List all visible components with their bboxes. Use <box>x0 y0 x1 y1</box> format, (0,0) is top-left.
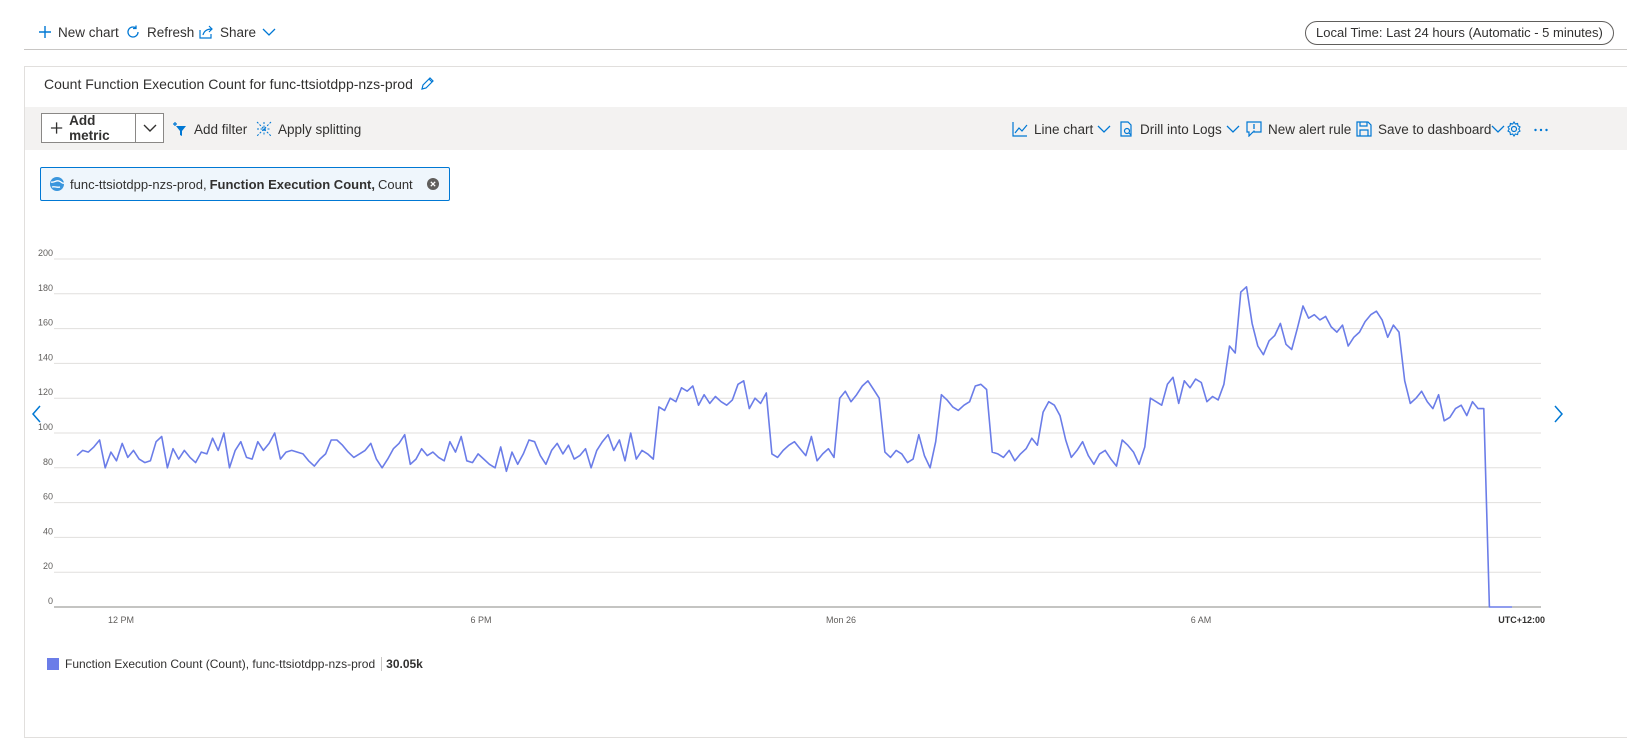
y-tick-label: 200 <box>38 248 53 258</box>
y-tick-label: 160 <box>38 318 53 328</box>
time-range-picker[interactable]: Local Time: Last 24 hours (Automatic - 5… <box>1305 21 1614 45</box>
y-tick-label: 120 <box>38 387 53 397</box>
new-chart-button[interactable]: New chart <box>38 22 119 42</box>
plus-icon <box>39 26 51 38</box>
refresh-icon <box>127 25 139 38</box>
y-tick-label: 60 <box>43 492 53 502</box>
command-bar: New chart Refresh Share Local Time: Last… <box>0 0 1627 50</box>
legend-value: 30.05k <box>386 657 423 671</box>
refresh-button[interactable]: Refresh <box>125 22 194 42</box>
share-label: Share <box>220 24 257 40</box>
legend-separator <box>381 657 383 671</box>
x-tick-label: 12 PM <box>108 615 134 625</box>
x-tick-label: Mon 26 <box>826 615 856 625</box>
chart-card: Count Function Execution Count for func-… <box>24 66 1627 738</box>
y-tick-label: 40 <box>43 526 53 536</box>
chevron-left-icon[interactable] <box>32 405 42 423</box>
chart-legend: Function Execution Count (Count), func-t… <box>47 657 423 671</box>
refresh-label: Refresh <box>147 24 195 40</box>
y-tick-label: 140 <box>38 352 53 362</box>
y-tick-label: 80 <box>43 457 53 467</box>
y-tick-label: 180 <box>38 283 53 293</box>
topbar-divider <box>24 49 1627 50</box>
y-tick-label: 20 <box>43 561 53 571</box>
chevron-down-icon <box>262 28 276 36</box>
x-tick-label: 6 PM <box>470 615 491 625</box>
timezone-label: UTC+12:00 <box>1498 615 1545 625</box>
share-icon <box>199 25 213 39</box>
legend-label: Function Execution Count (Count), func-t… <box>65 657 376 671</box>
x-tick-label: 6 AM <box>1191 615 1212 625</box>
y-tick-label: 100 <box>38 422 53 432</box>
legend-swatch <box>47 658 59 670</box>
y-tick-label: 0 <box>48 596 53 606</box>
new-chart-label: New chart <box>58 24 119 40</box>
share-button[interactable]: Share <box>198 22 282 42</box>
series-line <box>76 286 1512 608</box>
chevron-right-icon[interactable] <box>1553 405 1563 423</box>
line-chart: 0 20 40 60 80 100 120 140 160 180 200 12 PM 6 PM Mon … <box>38 248 1545 625</box>
